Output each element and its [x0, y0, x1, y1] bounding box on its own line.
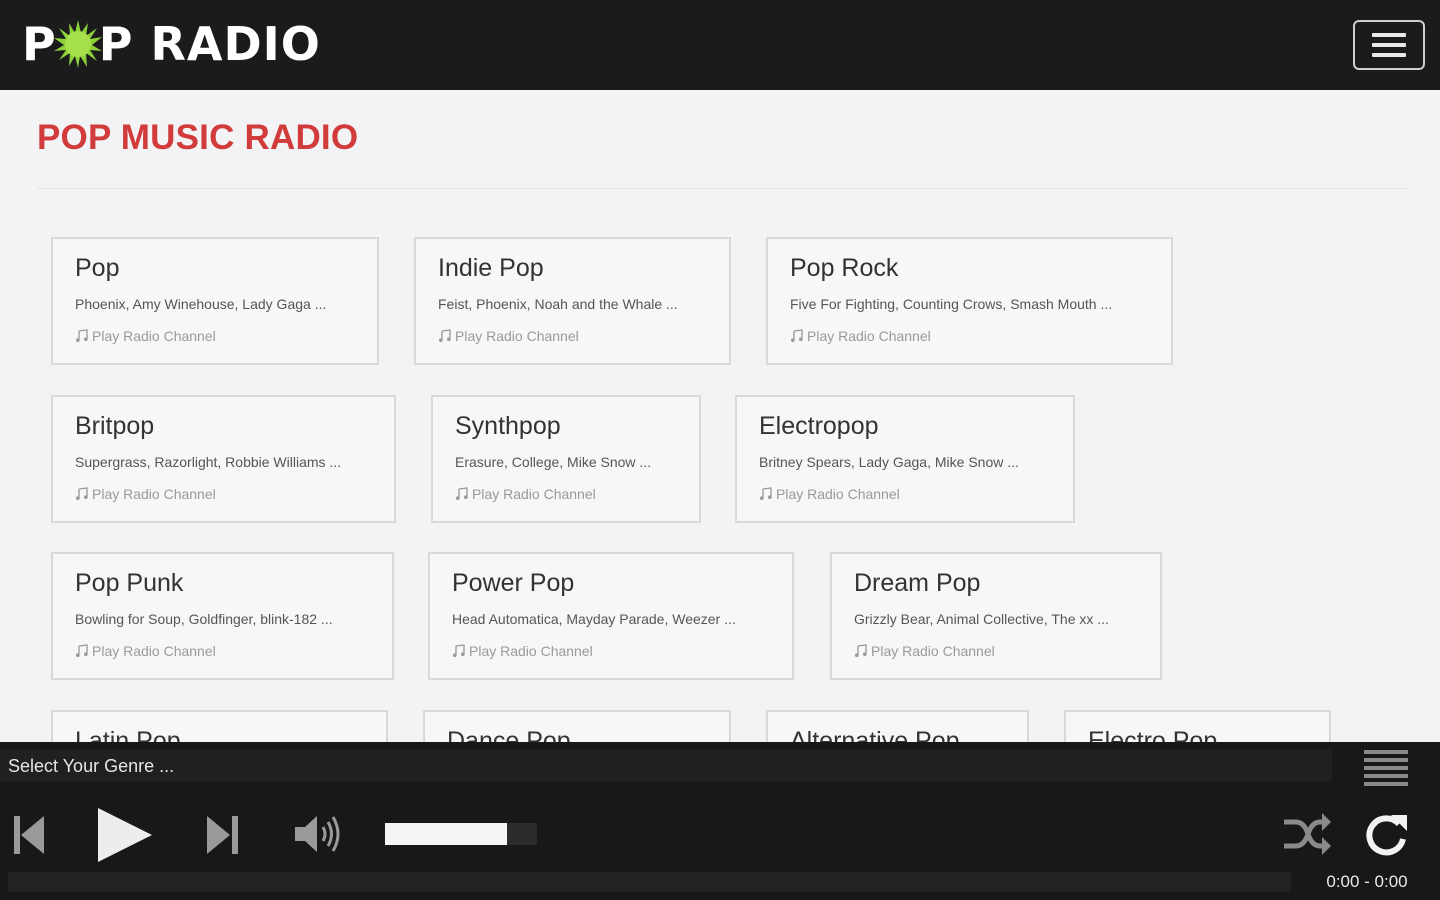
play-channel-link[interactable]: Play Radio Channel: [75, 328, 216, 344]
genre-artists: Head Automatica, Mayday Parade, Weezer .…: [452, 611, 736, 627]
play-channel-link[interactable]: Play Radio Channel: [75, 486, 216, 502]
music-note-icon: [760, 487, 772, 500]
play-channel-label: Play Radio Channel: [455, 328, 579, 344]
genre-artists: Grizzly Bear, Animal Collective, The xx …: [854, 611, 1109, 627]
next-icon[interactable]: [204, 814, 240, 856]
play-channel-label: Play Radio Channel: [92, 486, 216, 502]
hamburger-icon-bar: [1372, 33, 1406, 37]
hamburger-icon-bar: [1372, 43, 1406, 47]
play-channel-link[interactable]: Play Radio Channel: [854, 643, 995, 659]
play-channel-label: Play Radio Channel: [92, 328, 216, 344]
genre-name: Britpop: [75, 412, 155, 440]
hamburger-icon-bar: [1372, 53, 1406, 57]
genre-artists: Phoenix, Amy Winehouse, Lady Gaga ...: [75, 296, 327, 312]
volume-slider-fill: [385, 823, 507, 845]
genre-name: Pop Punk: [75, 569, 184, 597]
music-note-icon: [456, 487, 468, 500]
pop-radio-logo[interactable]: P P RADIO: [22, 16, 321, 72]
genre-name: Pop: [75, 254, 120, 282]
progress-bar[interactable]: [8, 872, 1291, 892]
genre-card-dream-pop[interactable]: Dream Pop Grizzly Bear, Animal Collectiv…: [830, 552, 1162, 680]
volume-icon[interactable]: [293, 813, 343, 855]
play-channel-label: Play Radio Channel: [469, 643, 593, 659]
genre-artists: Britney Spears, Lady Gaga, Mike Snow ...: [759, 454, 1019, 470]
play-channel-label: Play Radio Channel: [807, 328, 931, 344]
music-note-icon: [855, 644, 867, 657]
play-channel-link[interactable]: Play Radio Channel: [438, 328, 579, 344]
genre-name: Power Pop: [452, 569, 575, 597]
volume-slider[interactable]: [385, 823, 537, 845]
play-channel-link[interactable]: Play Radio Channel: [452, 643, 593, 659]
logo-burst-icon: [53, 20, 102, 68]
genre-artists: Feist, Phoenix, Noah and the Whale ...: [438, 296, 678, 312]
genre-card-electropop[interactable]: Electropop Britney Spears, Lady Gaga, Mi…: [735, 395, 1075, 523]
play-channel-label: Play Radio Channel: [871, 643, 995, 659]
page-title: POP MUSIC RADIO: [37, 118, 359, 157]
play-channel-link[interactable]: Play Radio Channel: [455, 486, 596, 502]
play-channel-label: Play Radio Channel: [776, 486, 900, 502]
genre-name: Indie Pop: [438, 254, 544, 282]
genre-card-britpop[interactable]: Britpop Supergrass, Razorlight, Robbie W…: [51, 395, 396, 523]
play-channel-link[interactable]: Play Radio Channel: [759, 486, 900, 502]
genre-card-pop-punk[interactable]: Pop Punk Bowling for Soup, Goldfinger, b…: [51, 552, 394, 680]
genre-card-indie-pop[interactable]: Indie Pop Feist, Phoenix, Noah and the W…: [414, 237, 731, 365]
genre-card-power-pop[interactable]: Power Pop Head Automatica, Mayday Parade…: [428, 552, 794, 680]
music-note-icon: [453, 644, 465, 657]
genre-card-pop[interactable]: Pop Phoenix, Amy Winehouse, Lady Gaga ..…: [51, 237, 379, 365]
music-note-icon: [439, 329, 451, 342]
genre-name: Dream Pop: [854, 569, 981, 597]
music-note-icon: [76, 487, 88, 500]
previous-icon[interactable]: [12, 814, 48, 856]
shuffle-icon[interactable]: [1282, 812, 1332, 856]
genre-artists: Bowling for Soup, Goldfinger, blink-182 …: [75, 611, 333, 627]
audio-player: Select Your Genre ... 0:00 - 0:00: [0, 742, 1440, 900]
play-channel-label: Play Radio Channel: [92, 643, 216, 659]
play-icon[interactable]: [96, 806, 154, 864]
time-display: 0:00 - 0:00: [1326, 872, 1408, 891]
play-channel-link[interactable]: Play Radio Channel: [75, 643, 216, 659]
genre-name: Pop Rock: [790, 254, 899, 282]
playlist-icon[interactable]: [1362, 748, 1410, 788]
genre-name: Synthpop: [455, 412, 561, 440]
genre-name: Electropop: [759, 412, 879, 440]
play-channel-label: Play Radio Channel: [472, 486, 596, 502]
repeat-icon[interactable]: [1363, 812, 1409, 858]
title-divider: [37, 188, 1407, 189]
genre-artists: Erasure, College, Mike Snow ...: [455, 454, 652, 470]
top-navbar: P P RADIO: [0, 0, 1440, 90]
genre-card-synthpop[interactable]: Synthpop Erasure, College, Mike Snow ...…: [431, 395, 701, 523]
menu-toggle-button[interactable]: [1353, 20, 1425, 70]
play-channel-link[interactable]: Play Radio Channel: [790, 328, 931, 344]
genre-artists: Supergrass, Razorlight, Robbie Williams …: [75, 454, 342, 470]
music-note-icon: [76, 329, 88, 342]
genre-card-pop-rock[interactable]: Pop Rock Five For Fighting, Counting Cro…: [766, 237, 1173, 365]
music-note-icon: [791, 329, 803, 342]
genre-select-bar[interactable]: Select Your Genre ...: [0, 750, 1332, 782]
genre-artists: Five For Fighting, Counting Crows, Smash…: [790, 296, 1113, 312]
genre-select-label: Select Your Genre ...: [8, 756, 175, 776]
music-note-icon: [76, 644, 88, 657]
logo-text-end: P RADIO: [98, 17, 321, 71]
